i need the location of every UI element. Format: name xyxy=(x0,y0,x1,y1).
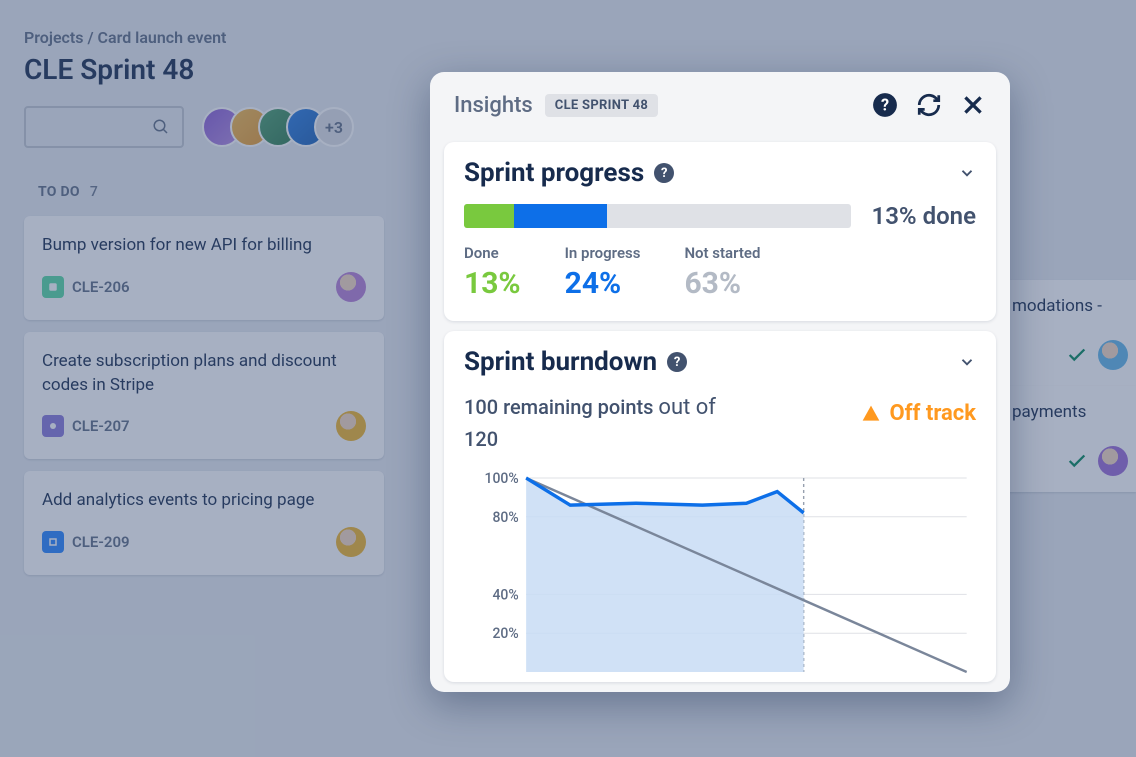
stat-value-done: 13% xyxy=(464,266,521,301)
burndown-chart: 100% 80% 40% 20% xyxy=(472,472,976,682)
card-title: modations - xyxy=(1012,296,1128,316)
burndown-remaining: 100 remaining points out of 120 xyxy=(464,391,716,454)
card-title: Bump version for new API for billing xyxy=(42,234,366,258)
assignee-avatar[interactable] xyxy=(336,411,366,441)
search-icon xyxy=(152,118,170,136)
assignee-avatar[interactable] xyxy=(1098,446,1128,476)
insights-panel: Insights CLE SPRINT 48 ? Sprint progress… xyxy=(430,72,1010,692)
progress-inprogress xyxy=(514,204,607,228)
warning-icon xyxy=(861,404,881,424)
stat-value-inprogress: 24% xyxy=(565,266,641,301)
column-name: TO DO xyxy=(38,184,80,200)
svg-text:40%: 40% xyxy=(492,586,519,604)
stat-label: Done xyxy=(464,244,521,262)
check-icon xyxy=(1066,344,1088,366)
card-title: Create subscription plans and discount c… xyxy=(42,350,366,398)
ticket-key: CLE-209 xyxy=(42,531,130,553)
section-title: Sprint progress xyxy=(464,158,644,188)
help-icon[interactable]: ? xyxy=(872,92,898,118)
issue-type-icon xyxy=(42,415,64,437)
check-icon xyxy=(1066,450,1088,472)
card-title: Add analytics events to pricing page xyxy=(42,489,366,513)
ticket-key: CLE-206 xyxy=(42,276,130,298)
board-card[interactable]: Add analytics events to pricing page CLE-… xyxy=(24,471,384,575)
sprint-burndown-section: Sprint burndown ? 100 remaining points o… xyxy=(444,331,996,682)
stat-label: In progress xyxy=(565,244,641,262)
column-header: TO DO 7 xyxy=(24,184,384,200)
issue-type-icon xyxy=(42,531,64,553)
right-partial-column: modations - payments xyxy=(996,280,1136,492)
svg-text:20%: 20% xyxy=(492,625,519,643)
svg-text:?: ? xyxy=(881,95,889,114)
board-card[interactable]: modations - xyxy=(996,280,1136,386)
chevron-down-icon[interactable] xyxy=(958,353,976,371)
svg-text:100%: 100% xyxy=(485,472,519,487)
column-todo: TO DO 7 Bump version for new API for bil… xyxy=(24,184,384,587)
chevron-down-icon[interactable] xyxy=(958,164,976,182)
progress-done xyxy=(464,204,514,228)
insights-header: Insights CLE SPRINT 48 ? xyxy=(430,72,1010,132)
section-title: Sprint burndown xyxy=(464,347,657,377)
board-card[interactable]: Bump version for new API for billing CLE-… xyxy=(24,216,384,320)
svg-text:80%: 80% xyxy=(492,508,519,526)
breadcrumb[interactable]: Projects / Card launch event xyxy=(24,28,1112,47)
assignee-avatar[interactable] xyxy=(336,272,366,302)
help-icon[interactable]: ? xyxy=(667,352,687,372)
help-icon[interactable]: ? xyxy=(654,163,674,183)
board-card[interactable]: Create subscription plans and discount c… xyxy=(24,332,384,460)
insights-title: Insights xyxy=(454,93,533,118)
sprint-badge: CLE SPRINT 48 xyxy=(545,94,658,117)
stat-label: Not started xyxy=(684,244,760,262)
card-title: payments xyxy=(1012,402,1128,422)
progress-bar xyxy=(464,204,851,228)
done-summary: 13% done xyxy=(871,202,976,230)
assignee-avatar[interactable] xyxy=(1098,340,1128,370)
issue-type-icon xyxy=(42,276,64,298)
assignee-avatar[interactable] xyxy=(336,527,366,557)
close-icon[interactable] xyxy=(960,92,986,118)
stat-value-notstarted: 63% xyxy=(684,266,760,301)
refresh-icon[interactable] xyxy=(916,92,942,118)
status-badge: Off track xyxy=(861,401,976,426)
board-card[interactable]: payments xyxy=(996,386,1136,492)
column-count: 7 xyxy=(90,184,98,200)
search-input[interactable] xyxy=(24,106,184,148)
avatar-stack[interactable]: +3 xyxy=(202,107,354,147)
avatar-overflow[interactable]: +3 xyxy=(314,107,354,147)
sprint-progress-section: Sprint progress ? 13% done Done 13% In p… xyxy=(444,142,996,321)
ticket-key: CLE-207 xyxy=(42,415,130,437)
